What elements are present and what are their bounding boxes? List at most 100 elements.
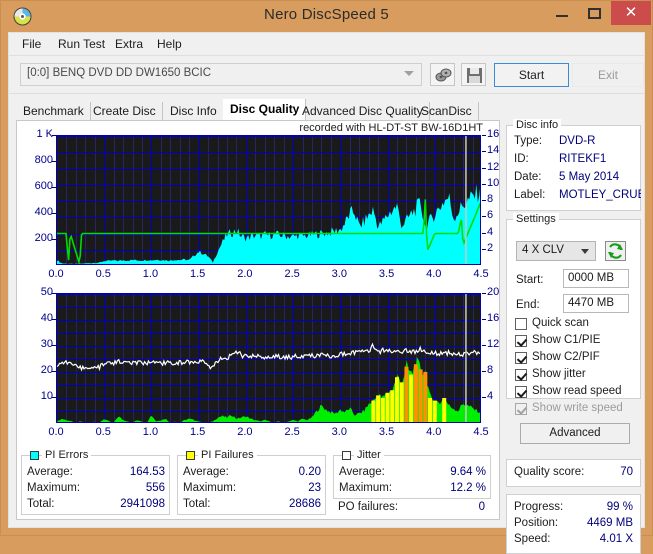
- y-tick: 600: [34, 180, 53, 192]
- chevron-down-icon: [404, 71, 414, 76]
- position-value: 4469 MB: [586, 517, 633, 529]
- po-failures-label: PO failures:: [338, 501, 399, 513]
- pi-failures-average-label: Average:: [183, 466, 229, 478]
- tab-strip: Benchmark Create Disc Disc Info Disc Qua…: [17, 99, 637, 121]
- pi-errors-stats-title: PI Errors: [42, 449, 92, 461]
- exit-button[interactable]: Exit: [572, 63, 644, 87]
- position-label: Position:: [514, 517, 559, 529]
- menu-help[interactable]: Help: [152, 36, 187, 53]
- tab-advanced-disc-quality[interactable]: Advanced Disc Quality: [296, 102, 430, 121]
- disc-id-label: ID:: [514, 153, 529, 165]
- settings-title: Settings: [513, 213, 559, 225]
- pi-errors-chart: 1 K 800 600 400 200 16 14 12 10 8 6 4 2 0.0 0.5 1.0 1.…: [17, 128, 500, 290]
- progress-label: Progress:: [514, 501, 564, 513]
- refresh-button[interactable]: [605, 241, 626, 261]
- x-tick: 2.0: [237, 426, 253, 438]
- disc-info-group: Disc info Type: DVD-R ID: RITEKF1 Date: …: [506, 119, 641, 211]
- drive-toolbar: [0:0] BENQ DVD DD DW1650 BCIC Start Exit: [9, 57, 644, 94]
- y-tick: 30: [40, 338, 53, 350]
- pi-errors-color-swatch: [30, 451, 39, 460]
- advanced-button[interactable]: Advanced: [520, 423, 630, 444]
- pi-errors-stats-box: PI Errors Average: 164.53 Maximum: 556 T…: [21, 449, 170, 515]
- menu-run-test[interactable]: Run Test: [53, 36, 110, 53]
- x-tick: 1.0: [142, 426, 159, 438]
- speed-select[interactable]: 4 X CLV: [516, 241, 596, 261]
- checkbox-box: [515, 335, 527, 347]
- maximize-button[interactable]: [579, 1, 609, 25]
- plot-bot-series: [57, 294, 480, 422]
- x-tick: 1.5: [190, 268, 206, 280]
- x-tick: 0.0: [48, 268, 64, 280]
- disc-date-label: Date:: [514, 171, 542, 183]
- tab-disc-quality[interactable]: Disc Quality: [223, 99, 307, 121]
- close-button[interactable]: ✕: [611, 1, 651, 25]
- jitter-color-swatch: [342, 451, 351, 460]
- plot-top-series: [57, 136, 480, 264]
- menu-file[interactable]: File: [17, 36, 46, 53]
- x-tick: 4.5: [473, 268, 489, 280]
- speed-value: 4.01 X: [599, 533, 633, 545]
- tab-benchmark[interactable]: Benchmark: [17, 102, 91, 121]
- x-tick: 1.5: [190, 426, 206, 438]
- y-tick: 10: [40, 390, 53, 402]
- start-mb-field[interactable]: 0000 MB: [563, 269, 629, 288]
- pi-errors-average-value: 164.53: [129, 466, 165, 478]
- eject-disc-icon: [435, 68, 452, 82]
- x-tick: 4.5: [473, 426, 489, 438]
- x-tick: 3.0: [331, 268, 347, 280]
- tab-scandisc[interactable]: ScanDisc: [415, 102, 479, 121]
- pi-failures-stats-title: PI Failures: [198, 449, 257, 461]
- x-tick: 4.0: [426, 426, 442, 438]
- po-failures-value: 0: [478, 501, 485, 513]
- title-bar: Nero DiscSpeed 5 ✕: [1, 1, 652, 32]
- drive-select[interactable]: [0:0] BENQ DVD DD DW1650 BCIC: [20, 63, 422, 86]
- checkbox-box: [515, 352, 527, 364]
- x-tick: 2.5: [284, 426, 300, 438]
- pi-errors-plot: [56, 135, 481, 265]
- eject-disc-button[interactable]: [430, 63, 455, 86]
- y-tick: 1 K: [36, 128, 53, 140]
- jitter-average-value: 9.64 %: [450, 466, 486, 478]
- pi-failures-maximum-value: 23: [308, 482, 321, 494]
- x-tick: 1.0: [142, 268, 159, 280]
- x-tick: 2.5: [284, 268, 300, 280]
- x-tick: 2.0: [237, 268, 253, 280]
- x-tick: 3.5: [378, 426, 395, 438]
- y-tick: 40: [40, 312, 53, 324]
- pi-failures-jitter-plot: [56, 293, 481, 423]
- pi-errors-total-value: 2941098: [120, 498, 165, 510]
- checkbox-box: [515, 403, 527, 415]
- pi-failures-average-value: 0.20: [298, 466, 321, 478]
- x-tick: 0.0: [48, 426, 64, 438]
- maximize-icon: [588, 8, 601, 19]
- checkbox-label: Show jitter: [532, 368, 586, 380]
- pi-errors-maximum-value: 556: [145, 482, 165, 494]
- y-tick: 800: [34, 154, 53, 166]
- disc-type-label: Type:: [514, 135, 543, 147]
- x-tick: 3.5: [378, 268, 395, 280]
- jitter-average-label: Average:: [339, 466, 385, 478]
- pi-failures-maximum-label: Maximum:: [183, 482, 237, 494]
- menu-bar: File Run Test Extra Help: [9, 33, 644, 56]
- checkbox-box: [515, 369, 527, 381]
- jitter-maximum-value: 12.2 %: [450, 482, 486, 494]
- speed-label: Speed:: [514, 533, 551, 545]
- application-window: Nero DiscSpeed 5 ✕ File Run Test Extra H…: [0, 0, 653, 554]
- minimize-button[interactable]: [547, 1, 577, 25]
- start-button[interactable]: Start: [494, 63, 569, 87]
- y-tick: 400: [34, 206, 53, 218]
- disc-info-title: Disc info: [513, 119, 562, 131]
- progress-group: Progress: 99 % Position: 4469 MB Speed: …: [506, 494, 641, 554]
- y-tick: 20: [40, 364, 53, 376]
- x-tick: 3.0: [331, 426, 347, 438]
- pi-errors-total-label: Total:: [27, 498, 55, 510]
- disc-label-value: MOTLEY_CRUE_: [559, 189, 641, 201]
- x-tick: 4.0: [426, 268, 442, 280]
- end-mb-field[interactable]: 4470 MB: [563, 294, 629, 313]
- tab-create-disc[interactable]: Create Disc: [87, 102, 163, 121]
- save-button[interactable]: [461, 63, 486, 86]
- tab-disc-info[interactable]: Disc Info: [164, 102, 224, 121]
- pi-failures-stats-box: PI Failures Average: 0.20 Maximum: 23 To…: [177, 449, 326, 515]
- start-mb-label: Start:: [516, 274, 544, 286]
- menu-extra[interactable]: Extra: [110, 36, 148, 53]
